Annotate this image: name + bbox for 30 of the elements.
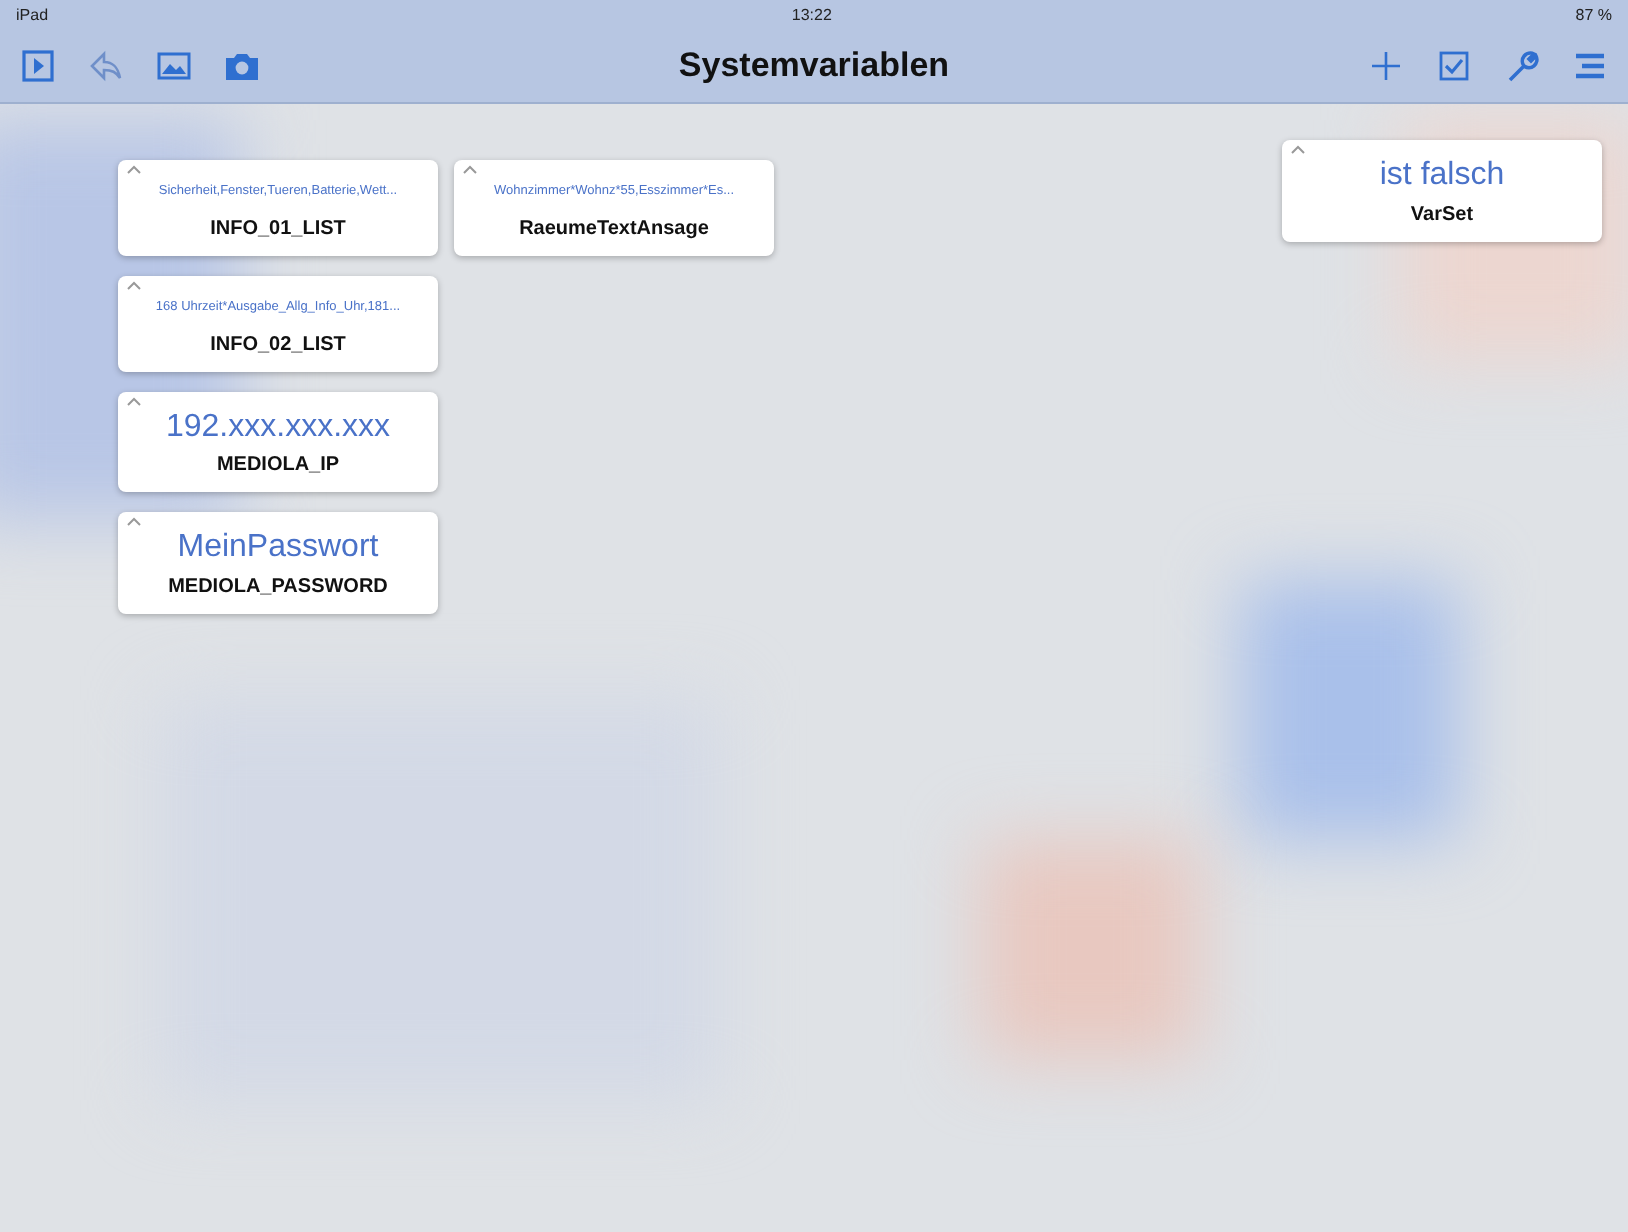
screen-title: Systemvariablen	[678, 44, 950, 89]
variable-card[interactable]: MeinPasswort MEDIOLA_PASSWORD	[118, 512, 438, 614]
wrench-icon[interactable]	[1503, 48, 1540, 84]
variable-card[interactable]: ist falsch VarSet	[1282, 140, 1602, 242]
collapse-caret-icon[interactable]	[126, 395, 142, 405]
image-icon[interactable]	[156, 48, 192, 84]
variable-value: MeinPasswort	[175, 530, 381, 566]
collapse-caret-icon[interactable]	[126, 516, 142, 527]
collapse-caret-icon[interactable]	[462, 164, 478, 174]
variable-name: MEDIOLA_PASSWORD	[166, 573, 390, 602]
collapse-caret-icon[interactable]	[126, 279, 142, 290]
back-icon[interactable]	[88, 48, 124, 84]
camera-icon[interactable]	[224, 48, 260, 84]
sidebar-toggle-icon[interactable]	[20, 48, 56, 84]
variable-value: ist falsch	[1377, 158, 1507, 194]
collapse-caret-icon[interactable]	[126, 164, 142, 174]
add-icon[interactable]	[1367, 48, 1404, 84]
variable-name: VarSet	[1408, 201, 1476, 230]
variable-card[interactable]: 192.xxx.xxx.xxx MEDIOLA_IP	[118, 391, 438, 493]
variable-value: 192.xxx.xxx.xxx	[163, 409, 393, 445]
checkbox-icon[interactable]	[1435, 48, 1472, 84]
battery-level: 87 %	[1575, 4, 1612, 28]
variable-name: MEDIOLA_IP	[214, 452, 342, 481]
variable-name: INFO_02_LIST	[208, 331, 348, 359]
device-label: iPad	[16, 4, 49, 28]
menu-icon[interactable]	[1571, 48, 1608, 84]
variable-name: INFO_01_LIST	[208, 215, 348, 244]
clock-time: 13:22	[791, 4, 832, 28]
variable-name: RaeumeTextAnsage	[517, 215, 711, 244]
collapse-caret-icon[interactable]	[1290, 144, 1306, 154]
